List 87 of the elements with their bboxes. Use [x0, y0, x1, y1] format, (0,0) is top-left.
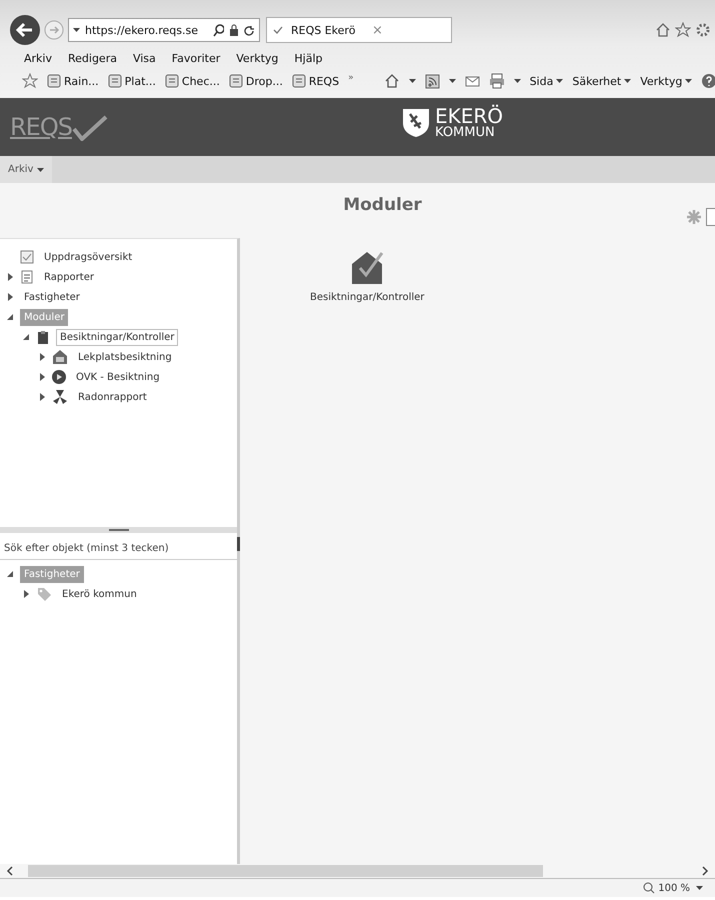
toolbar-menu[interactable]: Verktyg: [640, 74, 692, 88]
tree-item[interactable]: Uppdragsöversikt: [40, 248, 136, 266]
caret-icon: [685, 79, 692, 83]
menu-item[interactable]: Redigera: [68, 52, 117, 70]
refresh-icon: [244, 24, 255, 36]
checklist-icon: [20, 250, 34, 264]
collapsed-arrow-icon[interactable]: [24, 590, 28, 598]
toolbar-menu[interactable]: Sida: [530, 74, 564, 88]
tag-icon: [36, 586, 52, 602]
caret-icon: [73, 28, 80, 32]
browser-tab[interactable]: REQS Ekerö ×: [266, 17, 452, 43]
caret-icon: [37, 168, 44, 172]
favorites-star-icon: [22, 73, 38, 89]
page-icon: [108, 74, 122, 88]
favorite-link[interactable]: Drop...: [228, 74, 283, 88]
collapsed-arrow-icon[interactable]: [40, 353, 44, 361]
expanded-arrow-icon[interactable]: [7, 314, 13, 320]
collapsed-arrow-icon[interactable]: [40, 393, 44, 401]
house-icon: [52, 349, 68, 365]
brand-name: EKERÖ: [435, 106, 504, 126]
document-icon: [20, 270, 34, 284]
help-icon: [701, 73, 715, 89]
collapsed-arrow-icon[interactable]: [40, 373, 44, 381]
forward-icon: [44, 20, 64, 40]
favorite-link[interactable]: REQS: [292, 74, 340, 88]
home-icon: [384, 73, 400, 89]
check-icon: [72, 115, 108, 141]
clipboard-icon: [36, 330, 50, 344]
favorite-link[interactable]: Chec...: [164, 74, 220, 88]
caret-icon: [448, 79, 456, 83]
caret-icon: [408, 79, 416, 83]
page-icon: [292, 74, 306, 88]
menu-item[interactable]: Verktyg: [236, 52, 278, 70]
scrollbar-thumb[interactable]: [28, 865, 543, 877]
mail-icon: [464, 74, 480, 88]
expanded-arrow-icon[interactable]: [23, 334, 29, 340]
collapsed-arrow-icon[interactable]: [8, 293, 12, 301]
zoom-icon: [643, 882, 656, 894]
home-icon: [655, 22, 671, 38]
brand-subtitle: KOMMUN: [435, 126, 496, 139]
feed-icon: [424, 74, 440, 88]
caret-icon: [514, 79, 521, 83]
app-menu-item[interactable]: Arkiv: [0, 156, 52, 183]
caret-icon: [556, 79, 564, 83]
tree-item[interactable]: Radonrapport: [74, 388, 151, 406]
favorite-link[interactable]: Plat...: [108, 74, 156, 88]
input-field[interactable]: [706, 208, 715, 226]
module-label[interactable]: Besiktningar/Kontroller: [310, 292, 424, 303]
tree-item[interactable]: OVK - Besiktning: [72, 368, 164, 386]
check-icon: [273, 25, 283, 35]
back-icon: [10, 15, 40, 45]
menu-item[interactable]: Visa: [132, 52, 156, 70]
tree-item[interactable]: Besiktningar/Kontroller: [56, 328, 178, 346]
address-text: https://ekero.reqs.se: [85, 24, 200, 36]
printer-icon: [488, 73, 505, 89]
tree-item[interactable]: Lekplatsbesiktning: [74, 348, 176, 366]
radiation-icon: [52, 389, 68, 405]
search-icon: [213, 24, 224, 36]
coat-of-arms-icon: [402, 108, 430, 138]
caret-icon: [696, 886, 703, 890]
menu-item[interactable]: Hjälp: [294, 52, 322, 70]
tree-item[interactable]: Fastigheter: [20, 288, 84, 306]
settings-icon: [695, 22, 711, 38]
page-title: Moduler: [342, 195, 422, 217]
collapsed-arrow-icon[interactable]: [8, 273, 12, 281]
caret-icon: [624, 79, 632, 83]
page-icon: [164, 74, 179, 88]
page-icon: [228, 74, 243, 88]
toolbar-menu[interactable]: Säkerhet: [572, 74, 632, 88]
page-icon: [47, 74, 61, 88]
tree-item[interactable]: Rapporter: [40, 268, 98, 286]
scroll-right-icon: [701, 866, 709, 876]
more-chevron[interactable]: »: [348, 73, 354, 83]
asterisk-icon: [686, 209, 702, 225]
close-button[interactable]: ×: [372, 22, 445, 38]
tree-item[interactable]: Ekerö kommun: [58, 586, 141, 602]
splitter-handle[interactable]: [237, 537, 240, 551]
address-field[interactable]: https://ekero.reqs.se: [68, 18, 260, 42]
favorite-link[interactable]: Rain...: [47, 74, 99, 88]
expanded-arrow-icon[interactable]: [7, 571, 13, 577]
star-icon: [675, 22, 691, 38]
menu-item[interactable]: Arkiv: [24, 52, 52, 70]
menu-item[interactable]: Favoriter: [172, 52, 220, 70]
lock-icon: [229, 24, 239, 36]
zoom-level[interactable]: 100 %: [643, 882, 690, 894]
play-icon: [52, 370, 66, 384]
scroll-left-icon: [6, 866, 14, 876]
